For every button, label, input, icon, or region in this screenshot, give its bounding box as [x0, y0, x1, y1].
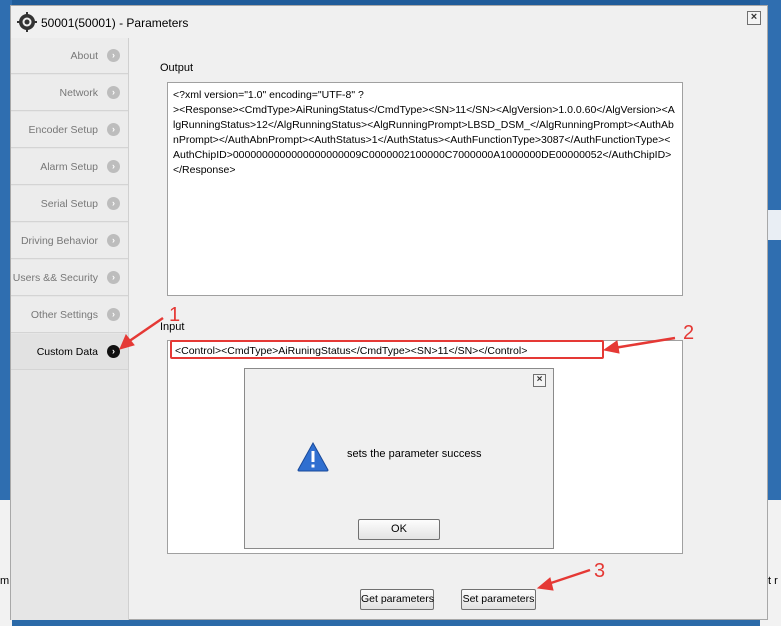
annotation-number-3: 3 [594, 560, 606, 582]
sidebar-item-label: Custom Data [36, 346, 98, 358]
app-gear-icon [17, 12, 37, 32]
sidebar-item-label: Users && Security [12, 272, 98, 284]
sidebar-item-encoder-setup[interactable]: Encoder Setup › [11, 112, 128, 148]
sidebar-item-label: Other Settings [30, 309, 98, 321]
sidebar-item-label: Encoder Setup [28, 124, 98, 136]
chevron-right-icon: › [107, 86, 120, 99]
ok-button[interactable]: OK [358, 519, 440, 540]
sidebar-item-label: Alarm Setup [40, 161, 98, 173]
sidebar-item-alarm-setup[interactable]: Alarm Setup › [11, 149, 128, 185]
sidebar-item-network[interactable]: Network › [11, 75, 128, 111]
sidebar-item-other-settings[interactable]: Other Settings › [11, 297, 128, 333]
chevron-right-icon: › [107, 345, 120, 358]
sidebar-item-serial-setup[interactable]: Serial Setup › [11, 186, 128, 222]
sidebar-item-label: Serial Setup [40, 198, 98, 210]
warning-icon [297, 442, 329, 472]
chevron-right-icon: › [107, 197, 120, 210]
chevron-right-icon: › [107, 160, 120, 173]
background-window-text-right: t r [768, 575, 778, 587]
title-bar[interactable]: 50001(50001) - Parameters × [11, 6, 767, 38]
output-textarea[interactable]: <?xml version="1.0" encoding="UTF-8" ? >… [167, 82, 683, 296]
success-dialog: × sets the parameter success OK [244, 368, 554, 549]
chevron-right-icon: › [107, 49, 120, 62]
sidebar: About › Network › Encoder Setup › Alarm … [11, 38, 129, 620]
input-highlight-box [170, 340, 604, 359]
window-close-button[interactable]: × [747, 11, 761, 25]
sidebar-item-users-security[interactable]: Users && Security › [11, 260, 128, 296]
parameters-window: 50001(50001) - Parameters × About › Netw… [10, 5, 768, 620]
sidebar-item-custom-data[interactable]: Custom Data › [11, 334, 128, 370]
chevron-right-icon: › [107, 271, 120, 284]
set-parameters-button[interactable]: Set parameters [461, 589, 536, 610]
dialog-message: sets the parameter success [347, 448, 482, 460]
sidebar-item-label: Network [59, 87, 98, 99]
get-parameters-button[interactable]: Get parameters [360, 589, 434, 610]
background-window-text-left: m [0, 575, 10, 587]
chevron-right-icon: › [107, 308, 120, 321]
sidebar-item-label: About [70, 50, 98, 62]
chevron-right-icon: › [107, 123, 120, 136]
sidebar-item-driving-behavior[interactable]: Driving Behavior › [11, 223, 128, 259]
sidebar-item-label: Driving Behavior [20, 235, 98, 247]
annotation-number-1: 1 [169, 304, 181, 326]
annotation-number-2: 2 [683, 322, 695, 344]
dialog-close-button[interactable]: × [533, 374, 546, 387]
output-label: Output [160, 62, 194, 74]
chevron-right-icon: › [107, 234, 120, 247]
window-title: 50001(50001) - Parameters [41, 16, 189, 30]
sidebar-item-about[interactable]: About › [11, 38, 128, 74]
